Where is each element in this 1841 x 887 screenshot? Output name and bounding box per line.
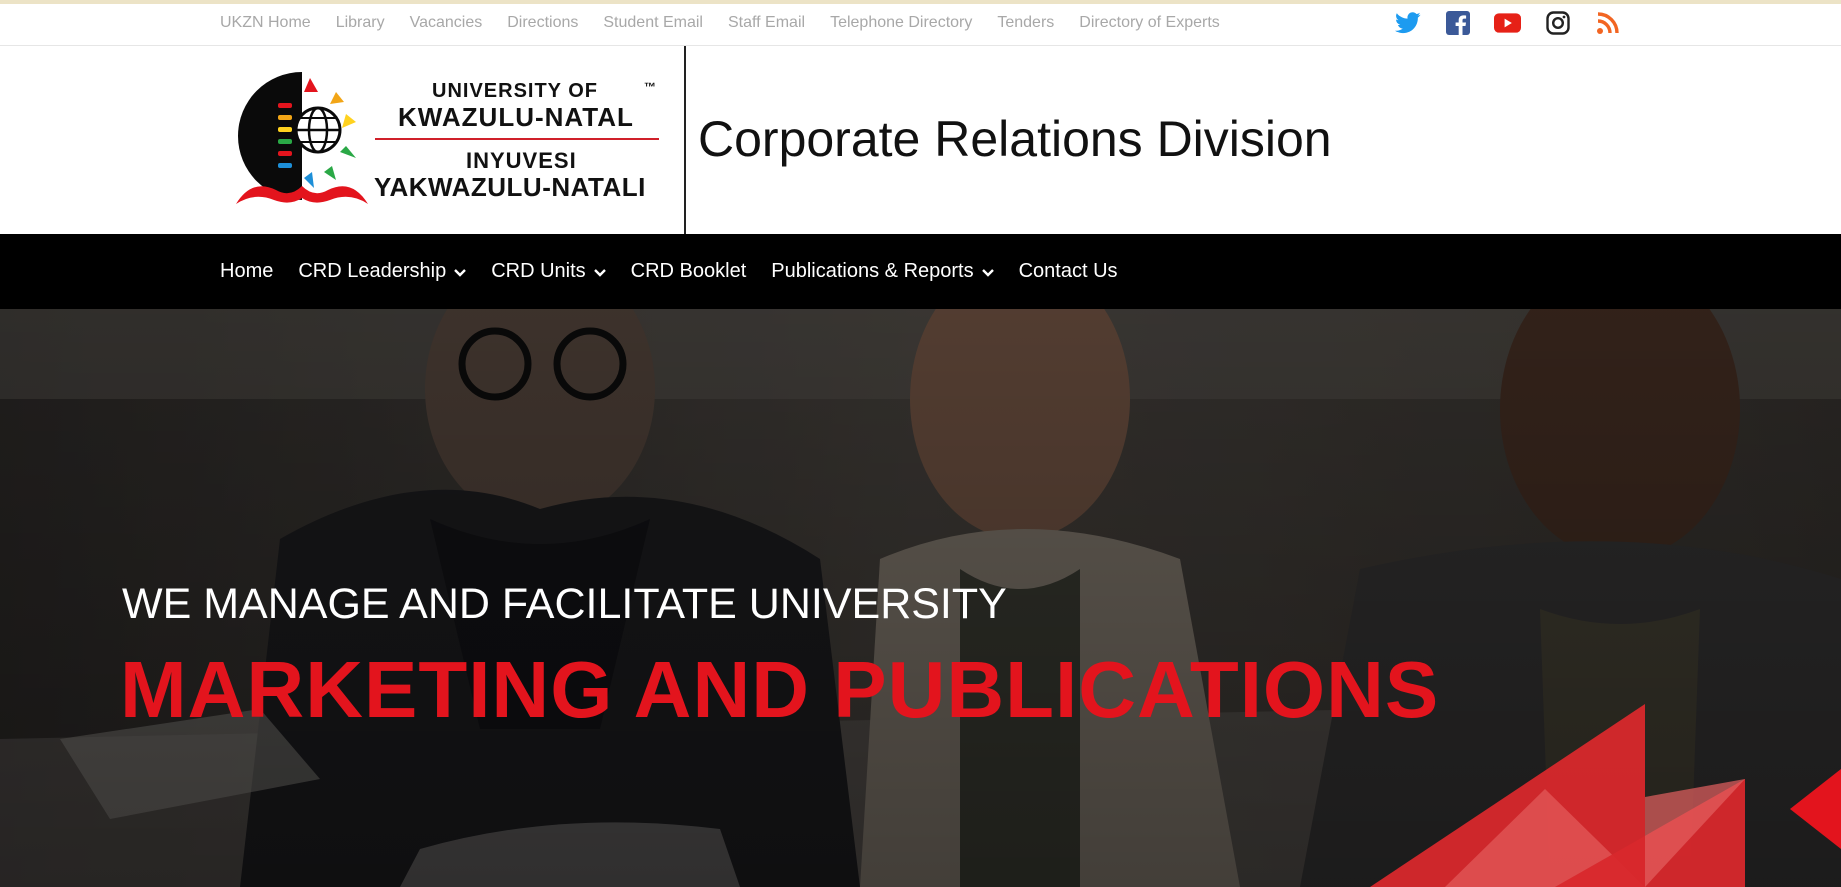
chevron-down-icon: [593, 260, 606, 283]
nav-item-publications-reports[interactable]: Publications & Reports: [771, 260, 994, 283]
nav-item-label: Home: [220, 260, 274, 282]
header-divider: [684, 46, 686, 234]
utility-link-ukzn-home[interactable]: UKZN Home: [220, 10, 311, 36]
nav-item-label: CRD Leadership: [298, 260, 447, 282]
utility-link-student-email[interactable]: Student Email: [603, 10, 703, 36]
utility-link-tenders[interactable]: Tenders: [997, 10, 1054, 36]
utility-link-directions[interactable]: Directions: [507, 10, 578, 36]
utility-link-telephone-directory[interactable]: Telephone Directory: [830, 10, 972, 36]
logo-text-inyuvesi: INYUVESI: [466, 148, 577, 173]
nav-item-crd-booklet[interactable]: CRD Booklet: [631, 260, 747, 283]
utility-links: UKZN Home Library Vacancies Directions S…: [220, 10, 1245, 36]
nav-item-label: Contact Us: [1018, 260, 1118, 282]
instagram-icon[interactable]: [1544, 9, 1571, 36]
nav-item-label: CRD Units: [491, 260, 586, 282]
chevron-down-icon: [454, 260, 467, 283]
utility-link-directory-of-experts[interactable]: Directory of Experts: [1079, 10, 1219, 36]
utility-link-library[interactable]: Library: [336, 10, 385, 36]
nav-item-contact-us[interactable]: Contact Us: [1019, 260, 1118, 283]
nav-item-crd-leadership[interactable]: CRD Leadership: [298, 260, 467, 283]
youtube-icon[interactable]: [1494, 9, 1521, 36]
hero-banner: WE MANAGE AND FACILITATE UNIVERSITY MARK…: [0, 309, 1841, 887]
twitter-icon[interactable]: [1394, 9, 1421, 36]
main-nav: Home CRD Leadership CRD Units CRD Bookle…: [0, 234, 1841, 309]
facebook-icon[interactable]: [1444, 9, 1471, 36]
logo-divider: [375, 138, 659, 140]
utility-link-staff-email[interactable]: Staff Email: [728, 10, 805, 36]
rss-icon[interactable]: [1594, 9, 1621, 36]
logo-text-yakwazulu-natali: YAKWAZULU-NATALI: [374, 172, 646, 202]
nav-item-home[interactable]: Home: [220, 260, 273, 283]
nav-item-crd-units[interactable]: CRD Units: [491, 260, 606, 283]
logo-trademark: ™: [644, 80, 656, 94]
site-title: Corporate Relations Division: [698, 111, 1332, 167]
ukzn-logo-emblem[interactable]: [232, 70, 372, 210]
hero-title: MARKETING AND PUBLICATIONS: [120, 645, 1440, 734]
social-links: [1394, 9, 1644, 36]
nav-item-label: Publications & Reports: [771, 260, 974, 282]
chevron-down-icon: [981, 260, 994, 283]
nav-item-label: CRD Booklet: [630, 260, 747, 282]
top-utility-bar: UKZN Home Library Vacancies Directions S…: [0, 0, 1841, 46]
logo-text-kwazulu-natal: KWAZULU-NATAL: [398, 102, 634, 132]
utility-link-vacancies[interactable]: Vacancies: [410, 10, 483, 36]
logo-text-university-of: UNIVERSITY OF: [432, 80, 598, 102]
hero-subtitle: WE MANAGE AND FACILITATE UNIVERSITY: [122, 580, 1007, 628]
